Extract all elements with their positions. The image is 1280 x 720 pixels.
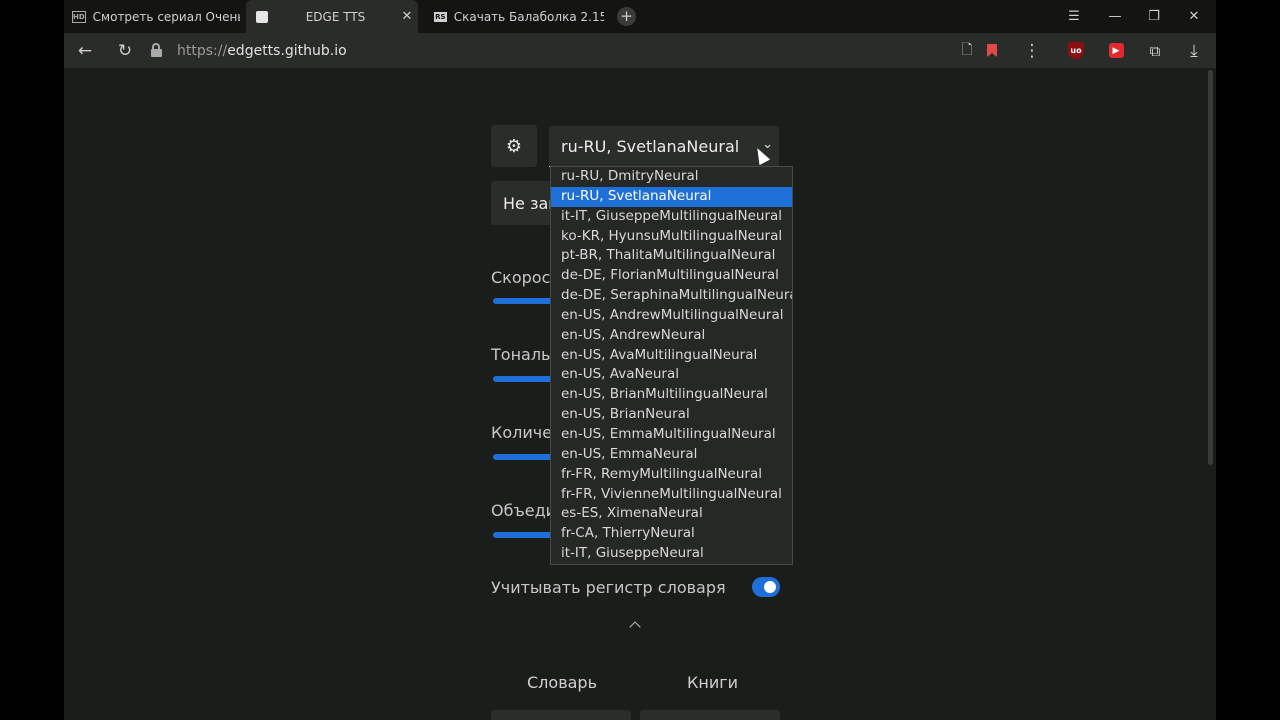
back-arrow-icon[interactable]: ← xyxy=(70,33,100,68)
close-tab-icon[interactable]: ✕ xyxy=(396,9,418,24)
pitch-slider[interactable] xyxy=(493,376,553,382)
speed-slider[interactable] xyxy=(493,298,553,304)
voice-option[interactable]: es-ES, XimenaNeural xyxy=(551,504,792,524)
settings-button[interactable]: ⚙ xyxy=(491,125,537,167)
books-panel xyxy=(640,710,780,720)
close-window-icon[interactable]: ✕ xyxy=(1175,0,1213,33)
extension-icon[interactable]: ▶ xyxy=(1101,33,1131,68)
voice-dropdown-list[interactable]: ru-RU, DmitryNeural ru-RU, SvetlanaNeural… xyxy=(550,166,793,565)
voice-option[interactable]: it-IT, GiuseppeMultilingualNeural xyxy=(551,207,792,227)
tab-books[interactable]: Книги xyxy=(687,673,738,692)
pitch-label: Тональ xyxy=(491,345,551,364)
dictionary-panel xyxy=(491,710,631,720)
page-content: ⚙ ru-RU, SvetlanaNeural ⌄ Не зам Скорос … xyxy=(64,68,1216,720)
rs-icon: RS xyxy=(434,11,447,22)
voice-option[interactable]: en-US, AndrewNeural xyxy=(551,326,792,346)
tab-balabolka[interactable]: RS Скачать Балаболка 2.15.0 xyxy=(434,0,604,33)
toggle-knob xyxy=(764,581,776,593)
voice-option[interactable]: fr-FR, VivienneMultilingualNeural xyxy=(551,485,792,505)
count-slider[interactable] xyxy=(493,454,553,460)
count-label: Количе xyxy=(491,423,553,442)
tab-strip: HD Смотреть сериал Очень с EDGE TTS ✕ RS… xyxy=(64,0,1216,33)
browser-window: HD Смотреть сериал Очень с EDGE TTS ✕ RS… xyxy=(64,0,1216,720)
tab-series[interactable]: HD Смотреть сериал Очень с xyxy=(72,0,240,33)
voice-option[interactable]: fr-FR, RemyMultilingualNeural xyxy=(551,465,792,485)
voice-option[interactable]: ru-RU, SvetlanaNeural xyxy=(551,186,792,207)
minimize-icon[interactable]: — xyxy=(1096,0,1134,33)
bookmark-icon[interactable] xyxy=(977,33,1007,68)
tab-label: Скачать Балаболка 2.15.0 xyxy=(453,9,604,24)
page-icon xyxy=(256,10,268,23)
restore-icon[interactable]: ❐ xyxy=(1135,0,1173,33)
voice-option[interactable]: de-DE, FlorianMultilingualNeural xyxy=(551,266,792,286)
new-tab-button[interactable]: + xyxy=(617,7,636,26)
tab-dictionary[interactable]: Словарь xyxy=(527,673,597,692)
speed-label: Скорос xyxy=(491,268,551,287)
address-toolbar: ← ↻ https:// edgetts.github.io 🗋 ⋮ uo ▶ … xyxy=(64,33,1216,68)
gear-icon: ⚙ xyxy=(505,135,523,157)
voice-option[interactable]: en-US, AndrewMultilingualNeural xyxy=(551,306,792,326)
tab-label: EDGE TTS xyxy=(305,9,366,24)
lock-icon xyxy=(149,42,163,60)
voice-option[interactable]: en-US, AvaMultilingualNeural xyxy=(551,346,792,366)
ublock-icon[interactable]: uo xyxy=(1061,33,1091,68)
voice-option[interactable]: ru-RU, DmitryNeural xyxy=(551,167,792,187)
voice-selected-value: ru-RU, SvetlanaNeural xyxy=(561,136,740,156)
menu-icon[interactable]: ☰ xyxy=(1055,0,1093,33)
voice-option[interactable]: en-US, EmmaNeural xyxy=(551,445,792,465)
page-scrollbar[interactable] xyxy=(1208,70,1213,465)
voice-option[interactable]: en-US, BrianNeural xyxy=(551,405,792,425)
voice-option[interactable]: en-US, BrianMultilingualNeural xyxy=(551,385,792,405)
download-icon[interactable]: ⤓ xyxy=(1179,33,1209,68)
collections-icon[interactable]: ⧉ xyxy=(1140,33,1170,68)
voice-select[interactable]: ru-RU, SvetlanaNeural ⌄ xyxy=(549,126,779,167)
voice-option[interactable]: en-US, AvaNeural xyxy=(551,365,792,385)
url-host: edgetts.github.io xyxy=(227,42,347,59)
voice-option[interactable]: it-IT, GiuseppeNeural xyxy=(551,544,792,564)
voice-option[interactable]: pt-BR, ThalitaMultilingualNeural xyxy=(551,246,792,266)
voice-option[interactable]: ko-KR, HyunsuMultilingualNeural xyxy=(551,227,792,247)
chevron-up-icon[interactable] xyxy=(625,617,645,633)
merge-slider[interactable] xyxy=(493,532,553,538)
tab-edge-tts[interactable]: EDGE TTS ✕ xyxy=(246,0,418,33)
voice-option[interactable]: de-DE, SeraphinaMultilingualNeural xyxy=(551,286,792,306)
tab-label: Смотреть сериал Очень с xyxy=(92,9,240,24)
film-icon: HD xyxy=(72,10,86,23)
more-menu-icon[interactable]: ⋮ xyxy=(1017,33,1047,68)
voice-option[interactable]: en-US, EmmaMultilingualNeural xyxy=(551,425,792,445)
merge-label: Объеди xyxy=(491,501,557,520)
reload-icon[interactable]: ↻ xyxy=(110,33,140,68)
url-scheme: https:// xyxy=(177,42,228,59)
voice-option[interactable]: fr-CA, ThierryNeural xyxy=(551,524,792,544)
dictionary-case-toggle[interactable] xyxy=(752,577,780,597)
address-bar[interactable]: https:// edgetts.github.io xyxy=(149,37,1005,64)
dictionary-case-label: Учитывать регистр словаря xyxy=(491,578,726,597)
